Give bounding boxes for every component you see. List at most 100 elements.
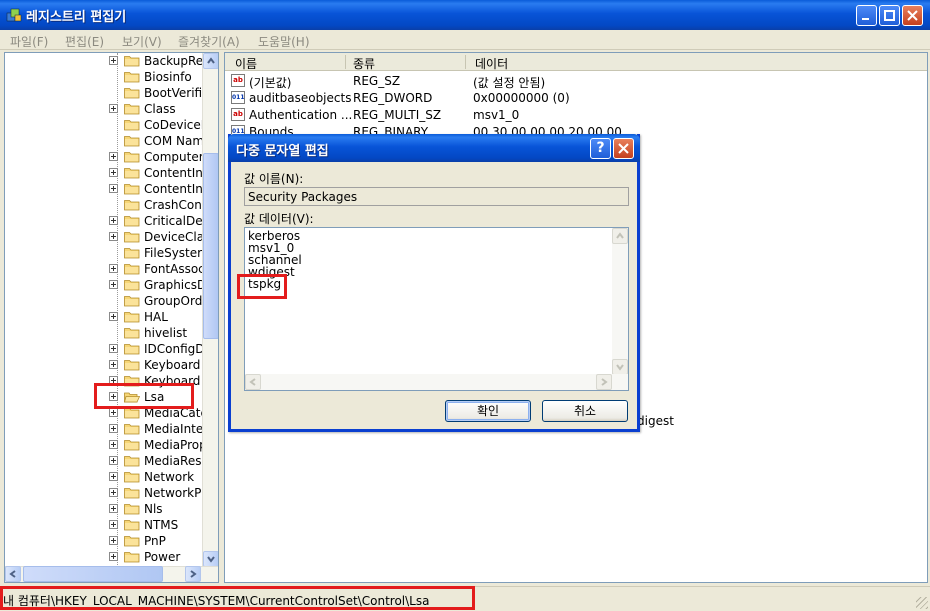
tree-item[interactable]: Nls (5, 501, 205, 517)
menu-file[interactable]: 파일(F) (10, 33, 48, 50)
expand-plus-icon[interactable] (109, 424, 118, 433)
minimize-button[interactable] (856, 5, 877, 26)
cancel-button[interactable]: 취소 (542, 400, 628, 422)
value-data-textarea[interactable]: kerberos msv1_0 schannel wdigest tspkg (244, 227, 629, 391)
scroll-down-button[interactable] (203, 551, 218, 567)
tree-item[interactable]: CrashCon (5, 197, 205, 213)
tree-item[interactable]: PnP (5, 533, 205, 549)
data-scroll-left-button[interactable] (245, 374, 261, 390)
tree-item[interactable]: GroupOrde (5, 293, 205, 309)
folder-icon (124, 536, 140, 547)
tree-item[interactable]: Network (5, 469, 205, 485)
tree-item[interactable]: ComputerI (5, 149, 205, 165)
tree-item[interactable]: NTMS (5, 517, 205, 533)
expand-plus-icon[interactable] (109, 216, 118, 225)
expand-plus-icon[interactable] (109, 280, 118, 289)
list-row[interactable]: ab Authentication ... REG_MULTI_SZ msv1_0 (225, 106, 927, 123)
scroll-right-button[interactable] (185, 566, 201, 582)
expand-plus-icon[interactable] (109, 344, 118, 353)
scroll-thumb[interactable] (203, 153, 218, 339)
expand-plus-icon[interactable] (109, 504, 118, 513)
tree-item[interactable]: Power (5, 549, 205, 565)
background-list-text: digest (637, 414, 674, 428)
expand-plus-icon[interactable] (109, 456, 118, 465)
expand-plus-icon[interactable] (109, 168, 118, 177)
data-scroll-up-button[interactable] (612, 228, 628, 244)
menu-edit[interactable]: 편집(E) (65, 33, 104, 50)
tree-item[interactable]: MediaInter (5, 421, 205, 437)
expand-plus-icon[interactable] (109, 232, 118, 241)
tree-item[interactable]: BootVerific (5, 85, 205, 101)
folder-icon (124, 472, 140, 483)
close-button[interactable] (902, 5, 923, 26)
tree-item[interactable]: ContentInc (5, 165, 205, 181)
window-title-bar[interactable]: 레지스트리 편집기 (0, 0, 930, 30)
tree-item-label: FontAssoc (144, 262, 204, 276)
expand-plus-icon[interactable] (109, 184, 118, 193)
tree-item[interactable]: MediaRes (5, 453, 205, 469)
tree-item-label: Power (144, 550, 181, 564)
data-scroll-right-button[interactable] (596, 374, 612, 390)
dialog-title-bar[interactable]: 다중 문자열 편집 ? (228, 134, 640, 162)
column-header-data[interactable]: 데이터 (475, 55, 508, 72)
folder-icon (124, 488, 140, 499)
expand-plus-icon[interactable] (109, 360, 118, 369)
expand-plus-icon[interactable] (109, 536, 118, 545)
expand-plus-icon[interactable] (109, 56, 118, 65)
expand-plus-icon[interactable] (109, 104, 118, 113)
menu-favorites[interactable]: 즐겨찾기(A) (178, 33, 240, 50)
expand-plus-icon[interactable] (109, 520, 118, 529)
ok-button[interactable]: 확인 (445, 400, 531, 422)
tree-item[interactable]: GraphicsD (5, 277, 205, 293)
hscroll-thumb[interactable] (23, 566, 163, 582)
tree-item[interactable]: Keyboard (5, 357, 205, 373)
resize-grip[interactable] (916, 597, 928, 609)
tree-item[interactable]: CriticalDev (5, 213, 205, 229)
tree-horizontal-scrollbar[interactable] (5, 566, 218, 582)
column-header-type[interactable]: 종류 (353, 55, 375, 72)
tree-item[interactable]: HAL (5, 309, 205, 325)
expand-plus-icon[interactable] (109, 552, 118, 561)
data-vertical-scrollbar[interactable] (612, 228, 628, 375)
tree-item[interactable]: Class (5, 101, 205, 117)
tree-item[interactable]: Biosinfo (5, 69, 205, 85)
expand-plus-icon[interactable] (109, 440, 118, 449)
tree-item-label: Keyboard (144, 358, 201, 372)
column-divider[interactable] (465, 55, 466, 69)
maximize-icon (884, 10, 895, 21)
column-header-name[interactable]: 이름 (235, 55, 257, 72)
tree-item-label: CoDeviceI (144, 118, 204, 132)
expand-plus-icon[interactable] (109, 472, 118, 481)
tree-item[interactable]: BackupRe (5, 53, 205, 69)
registry-tree[interactable]: BackupRe Biosinfo BootVerific Class CoDevice… (4, 52, 219, 583)
list-row[interactable]: 011 auditbaseobjects REG_DWORD 0x00000000 (… (225, 89, 927, 106)
scroll-up-button[interactable] (203, 53, 218, 69)
menu-view[interactable]: 보기(V) (122, 33, 162, 50)
expand-plus-icon[interactable] (109, 312, 118, 321)
tree-item[interactable]: FontAssoc (5, 261, 205, 277)
tree-vertical-scrollbar[interactable] (202, 53, 218, 568)
data-scroll-down-button[interactable] (612, 359, 628, 375)
tree-item[interactable]: DeviceCla (5, 229, 205, 245)
list-row[interactable]: ab (기본값) REG_SZ (값 설정 안됨) (225, 72, 927, 90)
expand-plus-icon[interactable] (109, 152, 118, 161)
tree-item[interactable]: MediaProp (5, 437, 205, 453)
tree-item[interactable]: FileSyster (5, 245, 205, 261)
help-button[interactable]: ? (590, 138, 611, 159)
expand-plus-icon[interactable] (109, 264, 118, 273)
expand-plus-icon[interactable] (109, 488, 118, 497)
folder-icon (124, 440, 140, 451)
tree-item[interactable]: NetworkPr (5, 485, 205, 501)
tree-item[interactable]: ContentInc (5, 181, 205, 197)
dialog-close-button[interactable] (613, 138, 634, 159)
tree-item[interactable]: COM Nam (5, 133, 205, 149)
column-divider[interactable] (345, 55, 346, 69)
tree-item[interactable]: CoDeviceI (5, 117, 205, 133)
scroll-left-button[interactable] (5, 566, 21, 582)
tree-item[interactable]: IDConfigDI (5, 341, 205, 357)
menu-help[interactable]: 도움말(H) (258, 33, 310, 50)
tree-item[interactable]: hivelist (5, 325, 205, 341)
data-horizontal-scrollbar[interactable] (245, 374, 628, 390)
maximize-button[interactable] (879, 5, 900, 26)
expand-plus-icon[interactable] (109, 408, 118, 417)
